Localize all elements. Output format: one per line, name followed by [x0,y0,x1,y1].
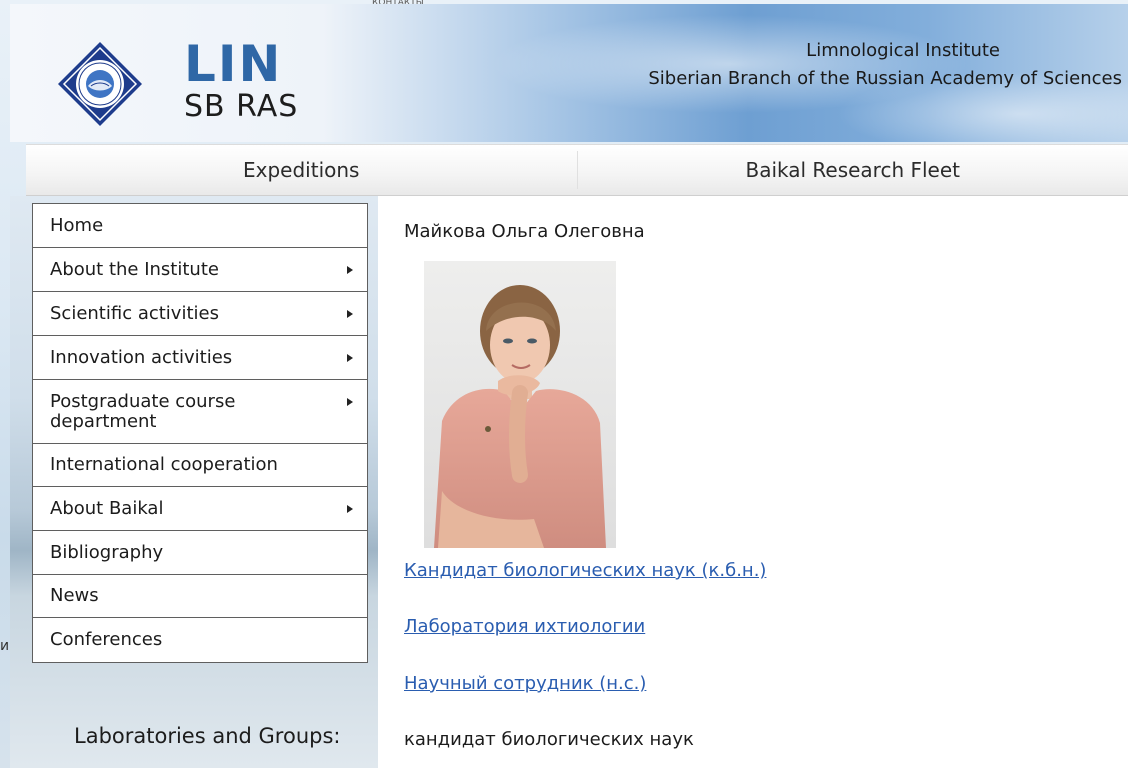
degree-text: кандидат биологических наук [404,729,694,750]
sidebar-item-about-baikal[interactable]: About Baikal [33,487,367,531]
laboratories-heading: Laboratories and Groups: [74,724,341,748]
degree-link[interactable]: Кандидат биологических наук (к.б.н.) [404,560,766,581]
sidebar-item-home[interactable]: Home [33,204,367,248]
submenu-arrow-icon [347,504,353,513]
institute-name: Limnological Institute [806,40,1000,61]
sidebar-item-scientific-activities[interactable]: Scientific activities [33,292,367,336]
institute-emblem-icon[interactable] [58,42,142,126]
sidebar-item-news[interactable]: News [33,575,367,618]
sidebar-item-label: Conferences [50,629,163,650]
nav-expeditions[interactable]: Expeditions [26,145,577,195]
sidebar-item-label: Home [50,214,104,236]
sidebar-item-label: Scientific activities [50,302,219,324]
top-navigation: Expeditions Baikal Research Fleet [26,144,1128,196]
laboratory-link[interactable]: Лаборатория ихтиологии [404,616,645,637]
logo-sbras-text[interactable]: SB RAS [184,90,298,124]
nav-baikal-research-fleet[interactable]: Baikal Research Fleet [578,145,1128,195]
sidebar-menu: Home About the Institute Scientific acti… [32,203,368,663]
sidebar-item-international-cooperation[interactable]: International cooperation [33,444,367,487]
sidebar-item-about-institute[interactable]: About the Institute [33,248,367,292]
site-header: LIN SB RAS Limnological Institute Siberi… [10,4,1128,142]
sidebar-item-label: Innovation activities [50,346,233,368]
sidebar-item-conferences[interactable]: Conferences [33,618,367,662]
person-name: Майкова Ольга Олеговна [404,221,645,242]
submenu-arrow-icon [347,309,353,318]
edge-cut-text: и [0,638,10,654]
sidebar-item-label: About Baikal [50,497,164,519]
portrait-image [424,261,616,548]
profile-photo [424,261,616,548]
sidebar-item-innovation-activities[interactable]: Innovation activities [33,336,367,380]
sidebar-item-bibliography[interactable]: Bibliography [33,531,367,575]
submenu-arrow-icon [347,353,353,362]
institute-parent-org: Siberian Branch of the Russian Academy o… [648,68,1122,89]
sidebar-item-postgraduate[interactable]: Postgraduate course department [33,380,367,444]
logo-lin-text[interactable]: LIN [184,38,282,90]
sidebar-item-label: International cooperation [50,454,278,475]
sidebar-item-label: Bibliography [50,541,164,563]
sidebar-item-label: News [50,585,99,606]
submenu-arrow-icon [347,265,353,274]
submenu-arrow-icon [347,398,353,406]
sidebar-item-label: Postgraduate course department [50,390,236,432]
sidebar-item-label: About the Institute [50,258,219,280]
position-link[interactable]: Научный сотрудник (н.с.) [404,673,646,694]
